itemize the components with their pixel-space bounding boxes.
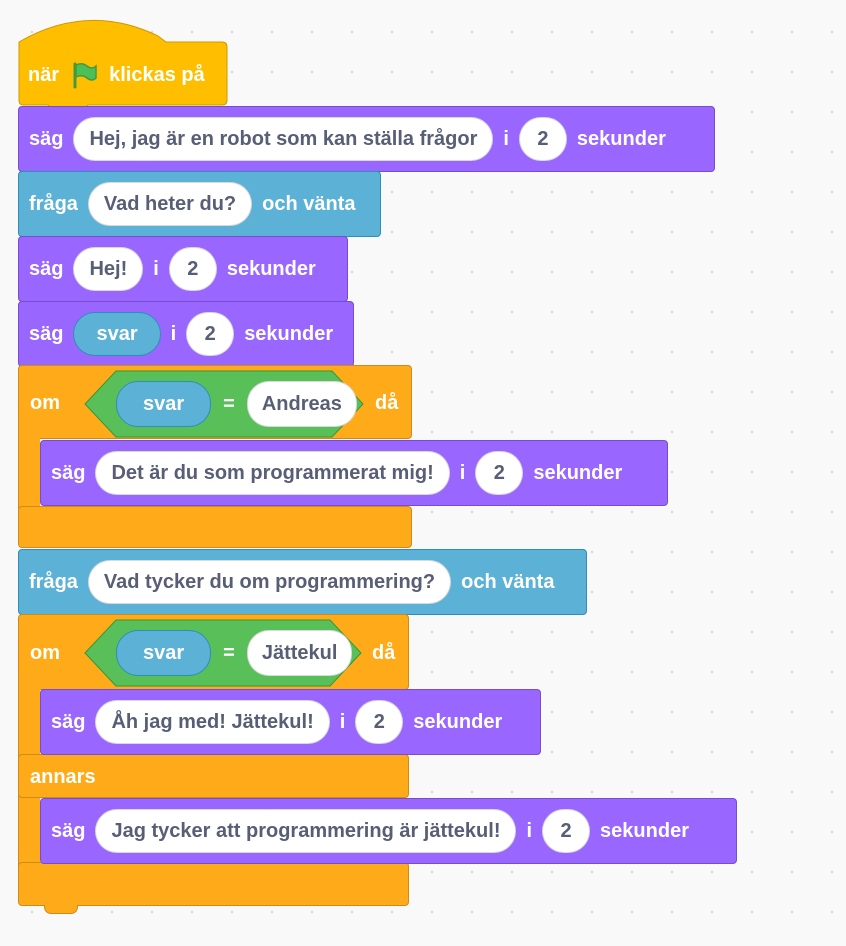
if-label: om bbox=[30, 642, 60, 664]
ask-label: fråga bbox=[29, 570, 78, 593]
ask-question-input[interactable]: Vad heter du? bbox=[87, 182, 253, 226]
say-block-me-too[interactable]: säg Åh jag med! Jättekul! i 2 sekunder bbox=[40, 689, 541, 755]
in-label: i bbox=[339, 710, 346, 733]
in-label: i bbox=[526, 819, 533, 842]
say-label: säg bbox=[29, 257, 64, 280]
if-block-andreas-foot bbox=[18, 506, 412, 548]
ask-block-opinion[interactable]: fråga Vad tycker du om programmering? oc… bbox=[18, 549, 587, 615]
answer-reporter[interactable]: svar bbox=[116, 381, 212, 427]
say-label: säg bbox=[29, 322, 64, 345]
say-block-programmed[interactable]: säg Det är du som programmerat mig! i 2 … bbox=[40, 440, 668, 506]
say-label: säg bbox=[51, 710, 86, 733]
if-label: om bbox=[30, 392, 60, 414]
seconds-label: sekunder bbox=[413, 710, 503, 733]
answer-reporter[interactable]: svar bbox=[116, 630, 212, 676]
say-block-answer[interactable]: säg svar i 2 sekunder bbox=[18, 301, 354, 367]
say-label: säg bbox=[51, 461, 86, 484]
say-label: säg bbox=[29, 127, 64, 150]
seconds-label: sekunder bbox=[226, 257, 316, 280]
seconds-input[interactable]: 2 bbox=[518, 117, 567, 161]
compare-value-input[interactable]: Andreas bbox=[246, 381, 357, 427]
equals-operator-andreas[interactable]: svar = Andreas bbox=[84, 370, 364, 438]
seconds-input[interactable]: 2 bbox=[168, 247, 217, 291]
seconds-label: sekunder bbox=[576, 127, 666, 150]
ask-block-name[interactable]: fråga Vad heter du? och vänta bbox=[18, 171, 381, 237]
seconds-label: sekunder bbox=[600, 819, 689, 842]
equals-label: = bbox=[223, 641, 235, 664]
and-wait-label: och vänta bbox=[461, 570, 555, 593]
when-flag-clicked-block[interactable]: när klickas på bbox=[18, 18, 228, 106]
say-message-input[interactable]: Åh jag med! Jättekul! bbox=[95, 700, 330, 744]
compare-value-input[interactable]: Jättekul bbox=[246, 630, 353, 676]
say-message-input[interactable]: Hej, jag är en robot som kan ställa fråg… bbox=[73, 117, 494, 161]
ask-label: fråga bbox=[29, 192, 78, 215]
seconds-input[interactable]: 2 bbox=[475, 451, 524, 495]
then-label: då bbox=[372, 642, 396, 664]
else-label: annars bbox=[30, 766, 96, 788]
in-label: i bbox=[153, 257, 159, 280]
and-wait-label: och vänta bbox=[262, 192, 356, 215]
event-suffix: klickas på bbox=[109, 63, 205, 86]
seconds-label: sekunder bbox=[244, 322, 334, 345]
in-label: i bbox=[170, 322, 177, 345]
say-label: säg bbox=[51, 819, 86, 842]
say-message-input[interactable]: Det är du som programmerat mig! bbox=[95, 451, 450, 495]
in-label: i bbox=[459, 461, 466, 484]
seconds-input[interactable]: 2 bbox=[186, 312, 235, 356]
equals-label: = bbox=[223, 392, 235, 415]
event-prefix: när bbox=[28, 63, 60, 86]
say-block-hej[interactable]: säg Hej! i 2 sekunder bbox=[18, 236, 348, 302]
in-label: i bbox=[503, 127, 509, 150]
equals-operator-jattekul[interactable]: svar = Jättekul bbox=[84, 619, 362, 687]
if-else-foot bbox=[18, 862, 409, 906]
say-block-intro[interactable]: säg Hej, jag är en robot som kan ställa … bbox=[18, 106, 715, 172]
then-label: då bbox=[375, 392, 399, 414]
bottom-notch bbox=[44, 905, 78, 914]
green-flag-icon bbox=[69, 60, 99, 90]
say-message-input[interactable]: Hej! bbox=[73, 247, 144, 291]
ask-question-input[interactable]: Vad tycker du om programmering? bbox=[87, 560, 452, 604]
say-message-input[interactable]: Jag tycker att programmering är jättekul… bbox=[95, 809, 517, 853]
say-block-i-think[interactable]: säg Jag tycker att programmering är jätt… bbox=[40, 798, 737, 864]
seconds-input[interactable]: 2 bbox=[542, 809, 591, 853]
seconds-label: sekunder bbox=[533, 461, 623, 484]
answer-reporter[interactable]: svar bbox=[73, 312, 161, 356]
seconds-input[interactable]: 2 bbox=[355, 700, 404, 744]
